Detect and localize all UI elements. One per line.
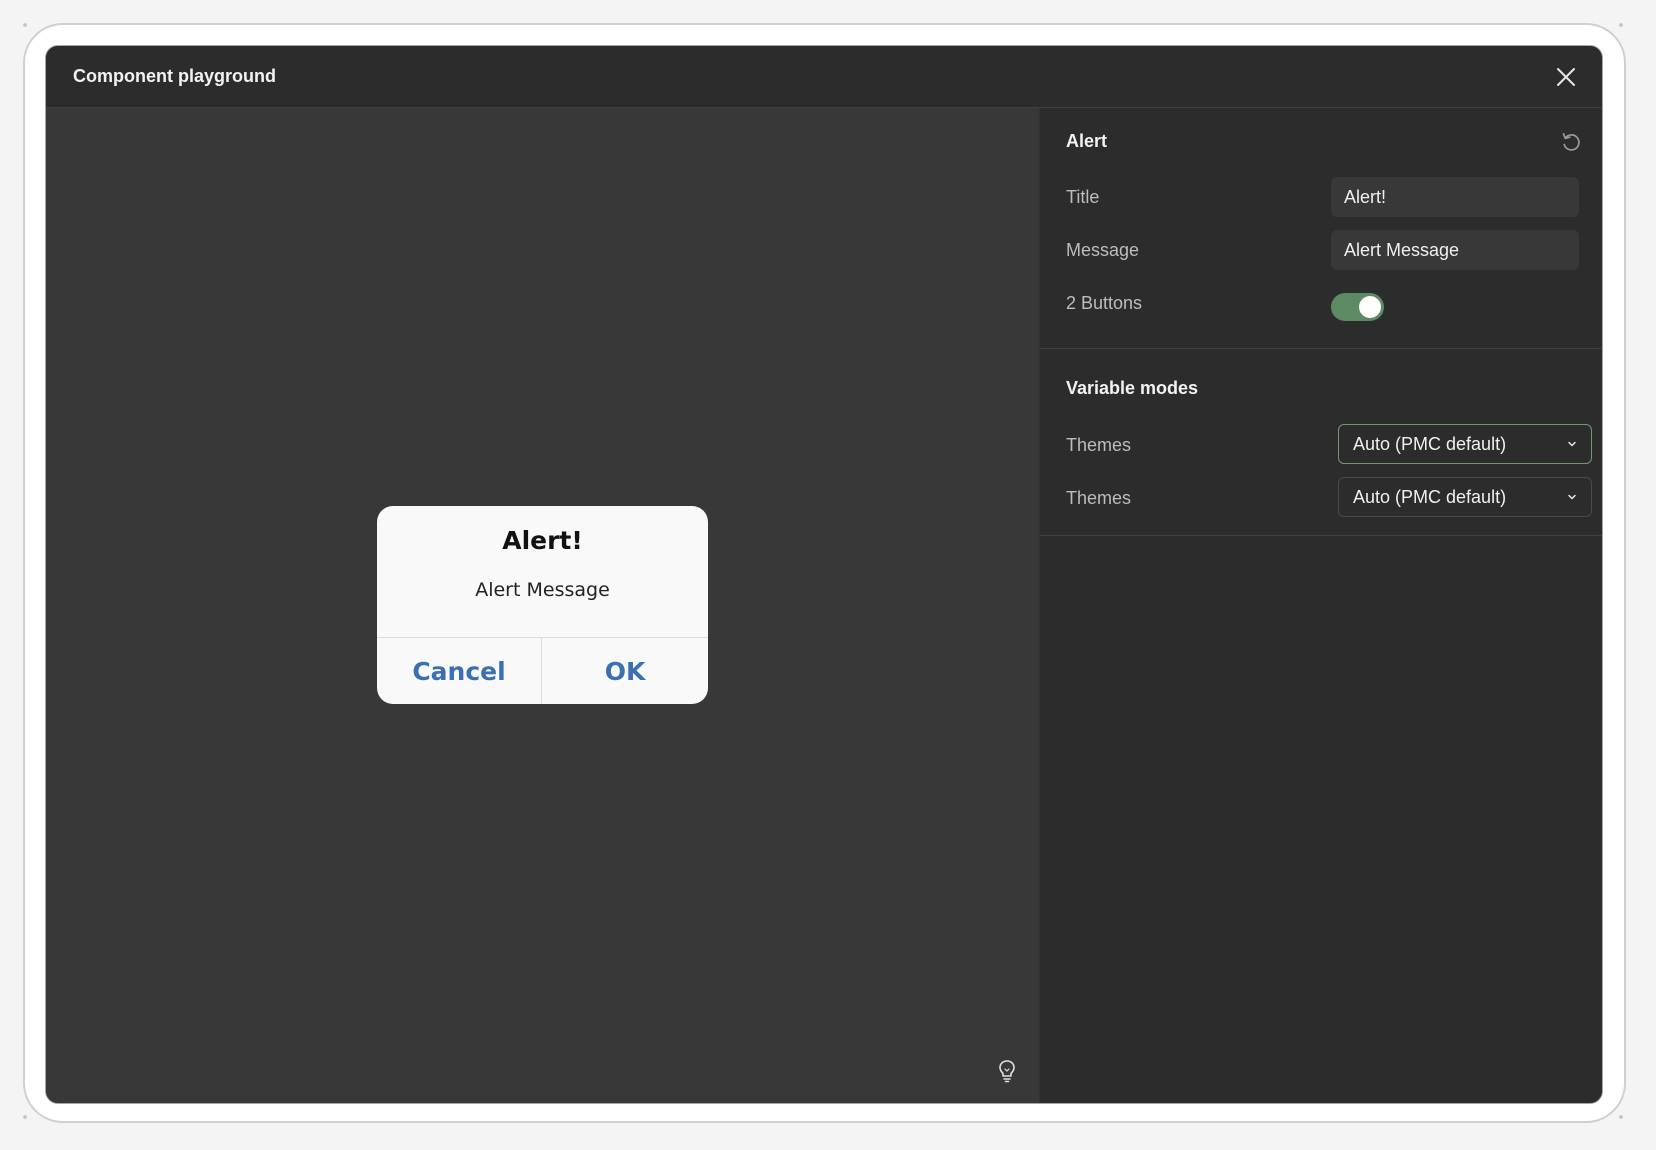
two-buttons-toggle[interactable] bbox=[1331, 293, 1384, 321]
toggle-knob bbox=[1359, 296, 1381, 318]
properties-panel: Alert Title Alert! Message Alert Message… bbox=[1039, 108, 1602, 1103]
alert-message: Alert Message bbox=[475, 579, 610, 601]
themes-select-value: Auto (PMC default) bbox=[1353, 434, 1507, 454]
alert-title: Alert! bbox=[502, 526, 583, 555]
message-label: Message bbox=[1066, 240, 1140, 260]
reset-icon[interactable] bbox=[1558, 129, 1584, 155]
chevron-down-icon bbox=[1568, 494, 1576, 500]
lightbulb-icon[interactable] bbox=[996, 1058, 1018, 1084]
playground-window: Component playground Alert! Alert Messag… bbox=[46, 46, 1602, 1103]
themes-label: Themes bbox=[1066, 435, 1132, 455]
preview-canvas: Alert! Alert Message Cancel OK bbox=[46, 108, 1039, 1103]
alert-dialog-preview: Alert! Alert Message Cancel OK bbox=[377, 506, 708, 704]
alert-cancel-button[interactable]: Cancel bbox=[377, 638, 542, 704]
window-title: Component playground bbox=[73, 66, 276, 86]
title-input[interactable]: Alert! bbox=[1331, 177, 1579, 217]
alert-properties-section: Alert Title Alert! Message Alert Message… bbox=[1040, 108, 1602, 349]
close-button[interactable] bbox=[1552, 63, 1580, 91]
themes-select-value: Auto (PMC default) bbox=[1353, 487, 1507, 507]
themes-select[interactable]: Auto (PMC default) bbox=[1338, 424, 1592, 464]
alert-actions: Cancel OK bbox=[377, 637, 708, 704]
section-heading-alert: Alert bbox=[1066, 131, 1108, 151]
title-label: Title bbox=[1066, 187, 1100, 207]
themes-select[interactable]: Auto (PMC default) bbox=[1338, 477, 1592, 517]
close-icon bbox=[1557, 68, 1575, 86]
message-input[interactable]: Alert Message bbox=[1331, 230, 1579, 270]
alert-ok-button[interactable]: OK bbox=[542, 638, 708, 704]
two-buttons-label: 2 Buttons bbox=[1066, 293, 1143, 313]
title-bar: Component playground bbox=[46, 46, 1602, 108]
variable-modes-section: Variable modes Themes Auto (PMC default)… bbox=[1040, 349, 1602, 536]
themes-label: Themes bbox=[1066, 488, 1132, 508]
section-heading-variable-modes: Variable modes bbox=[1066, 378, 1199, 398]
chevron-down-icon bbox=[1568, 441, 1576, 447]
